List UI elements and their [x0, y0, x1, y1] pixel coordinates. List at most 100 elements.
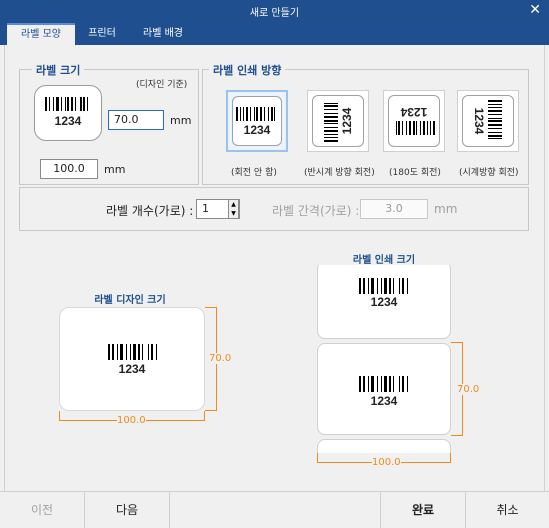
- orientation-clockwise[interactable]: 1234: [457, 90, 519, 152]
- label-gap-label: 라벨 간격(가로) :: [272, 204, 360, 218]
- barcode-text: 1234: [370, 394, 398, 408]
- orientation-counterclockwise[interactable]: 1234: [307, 90, 369, 152]
- barcode-bar: [80, 97, 82, 111]
- orientation-180[interactable]: 1234: [383, 90, 445, 152]
- barcode-bar: [406, 278, 408, 294]
- orientation-no-rotation[interactable]: 1234: [226, 90, 288, 152]
- barcode-bar: [243, 107, 245, 121]
- barcode-bar: [324, 105, 338, 108]
- design-size-caption: 라벨 디자인 크기: [94, 295, 166, 306]
- tab-printer[interactable]: 프린터: [76, 23, 128, 45]
- title-bar: 새로 만들기 ✕: [0, 0, 549, 21]
- barcode-bar: [393, 376, 395, 392]
- barcode-bar: [60, 97, 62, 111]
- design-width-value: 100.0: [117, 415, 146, 426]
- barcode-bar: [384, 278, 387, 294]
- barcode-graphic: [488, 100, 502, 142]
- barcode-text: 1234: [472, 107, 486, 135]
- barcode-bar: [155, 344, 157, 360]
- barcode-bar: [260, 107, 262, 121]
- barcode-bar: [67, 97, 70, 111]
- barcode-bar: [324, 140, 338, 142]
- barcode-bar: [363, 278, 365, 294]
- barcode-bar: [381, 376, 383, 392]
- barcode-bar: [324, 123, 338, 124]
- barcode-bar: [388, 278, 392, 294]
- barcode-text: 1234: [400, 105, 428, 119]
- barcode-bar: [488, 118, 502, 119]
- barcode-text: 1234: [54, 114, 82, 128]
- barcode-bar: [268, 107, 270, 121]
- barcode-bar: [52, 97, 54, 111]
- height-unit-label: mm: [170, 114, 192, 127]
- barcode-bar: [488, 132, 502, 134]
- barcode-text: 1234: [370, 295, 398, 309]
- label-size-legend: 라벨 크기: [32, 62, 85, 78]
- barcode-graphic: [359, 376, 411, 392]
- barcode-bar: [142, 344, 144, 360]
- orientation-label-no-rotation: (회전 안 함): [231, 168, 277, 178]
- stepper-up-icon[interactable]: ▲: [229, 200, 238, 209]
- barcode-bar: [367, 376, 370, 392]
- label-gap-unit: mm: [434, 202, 458, 216]
- barcode-bar: [263, 107, 265, 121]
- label-height-input[interactable]: 70.0: [108, 110, 164, 130]
- barcode-bar: [324, 108, 338, 110]
- barcode-bar: [395, 121, 397, 135]
- barcode-bar: [239, 107, 241, 121]
- print-size-preview: 1234 1234: [317, 265, 451, 453]
- barcode-bar: [376, 278, 379, 294]
- label-count-label: 라벨 개수(가로) :: [106, 204, 194, 218]
- label-width-input[interactable]: 100.0: [40, 159, 98, 179]
- barcode-bar: [87, 97, 89, 111]
- finish-button[interactable]: 완료: [381, 492, 465, 528]
- barcode-bar: [324, 119, 338, 122]
- barcode-graphic: [236, 107, 278, 121]
- barcode-bar: [388, 376, 392, 392]
- design-size-preview: 1234: [59, 307, 205, 411]
- barcode-bar: [112, 344, 114, 360]
- barcode-bar: [393, 278, 395, 294]
- barcode-bar: [488, 124, 502, 126]
- barcode-bar: [381, 278, 383, 294]
- barcode-graphic: [108, 344, 160, 360]
- orientation-label-180: (180도 회전): [389, 168, 441, 178]
- close-icon[interactable]: ✕: [529, 2, 541, 18]
- barcode-bar: [148, 344, 150, 360]
- barcode-bar: [324, 129, 338, 133]
- prev-button[interactable]: 이전: [0, 492, 84, 528]
- barcode-bar: [376, 376, 379, 392]
- barcode-bar: [324, 102, 338, 104]
- label-count-stepper[interactable]: ▲ ▼: [228, 199, 239, 219]
- barcode-bar: [384, 376, 387, 392]
- barcode-bar: [133, 344, 136, 360]
- design-height-value: 70.0: [209, 353, 232, 364]
- barcode-graphic: [324, 100, 338, 142]
- barcode-bar: [324, 113, 338, 115]
- print-label-bottom: [317, 439, 451, 453]
- print-size-caption: 라벨 인쇄 크기: [352, 255, 416, 266]
- print-label-top: 1234: [317, 265, 451, 339]
- barcode-bar: [426, 121, 428, 135]
- design-basis-note: (디자인 기준): [136, 80, 188, 90]
- barcode-bar: [488, 138, 502, 140]
- barcode-text: 1234: [340, 107, 354, 135]
- barcode-bar: [270, 107, 273, 121]
- barcode-bar: [119, 344, 124, 360]
- print-direction-legend: 라벨 인쇄 방향: [209, 62, 286, 78]
- tab-label-background[interactable]: 라벨 배경: [132, 23, 194, 45]
- tab-label-shape[interactable]: 라벨 모양: [7, 23, 75, 45]
- barcode-bar: [488, 120, 502, 123]
- barcode-bar: [370, 376, 375, 392]
- barcode-bar: [402, 376, 405, 392]
- cancel-button[interactable]: 취소: [466, 492, 549, 528]
- barcode-bar: [488, 100, 502, 102]
- stepper-down-icon[interactable]: ▼: [229, 209, 238, 218]
- print-height-value: 70.0: [457, 384, 480, 395]
- count-gap-group: 라벨 개수(가로) : 1 ▲ ▼ 라벨 간격(가로) : 3.0 mm: [19, 187, 529, 231]
- label-gap-input[interactable]: 3.0: [360, 199, 428, 219]
- barcode-bar: [399, 278, 401, 294]
- barcode-bar: [245, 107, 249, 121]
- next-button[interactable]: 다음: [85, 492, 169, 528]
- barcode-bar: [137, 344, 141, 360]
